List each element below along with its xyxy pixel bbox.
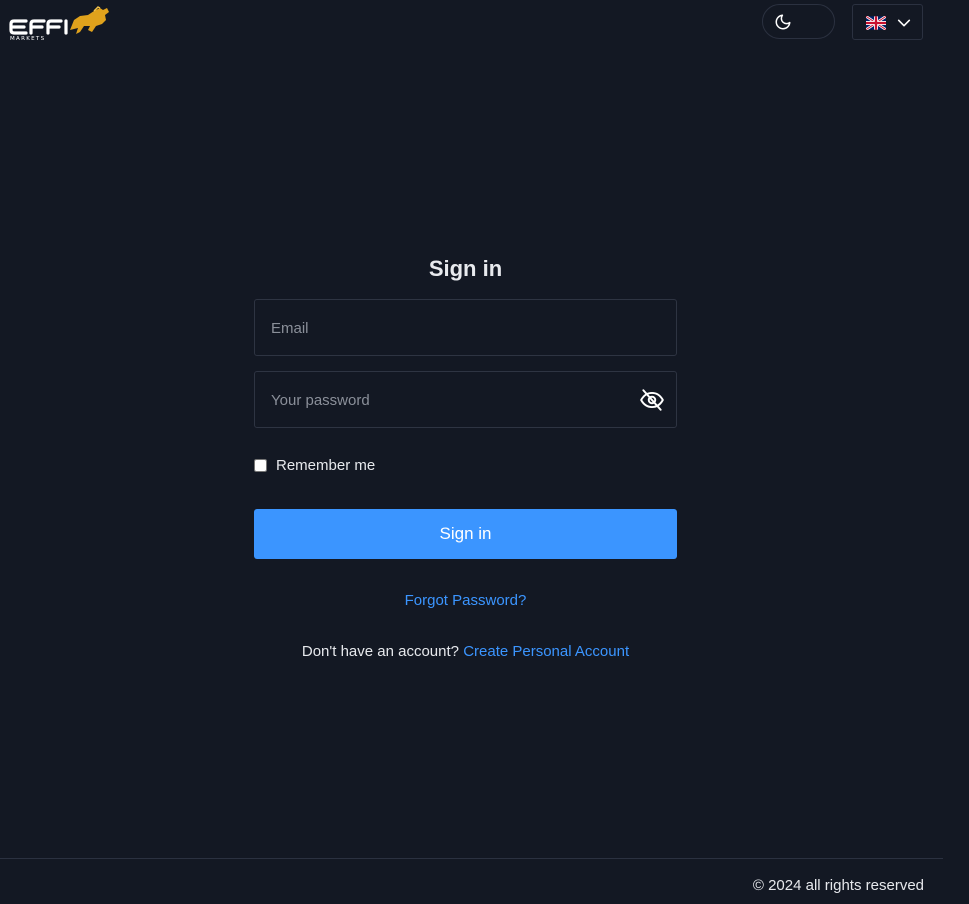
footer-divider <box>0 858 943 859</box>
email-field-container <box>254 299 677 357</box>
forgot-password-link[interactable]: Forgot Password? <box>405 592 527 609</box>
uk-flag-icon <box>865 15 887 35</box>
remember-me-label: Remember me <box>276 456 376 474</box>
signup-row: Don't have an account? Create Personal A… <box>254 643 677 660</box>
forgot-password-row: Forgot Password? <box>254 592 677 609</box>
email-input[interactable] <box>269 300 633 357</box>
eye-off-icon[interactable] <box>639 387 665 413</box>
signin-button[interactable]: Sign in <box>254 509 677 559</box>
theme-toggle[interactable] <box>762 4 835 39</box>
signin-title: Sign in <box>428 256 503 281</box>
language-selector[interactable] <box>852 4 923 40</box>
remember-me: Remember me <box>254 456 375 474</box>
moon-icon <box>774 13 792 36</box>
logo-subtext: MARKETS <box>10 36 45 42</box>
no-account-text: Don't have an account? <box>301 643 460 660</box>
efi-markets-logo[interactable]: MARKETS <box>8 6 112 42</box>
signin-page: MARKETS Sign in Email Remember me Sign i… <box>0 0 969 904</box>
password-field-container <box>254 371 677 429</box>
create-account-link[interactable]: Create Personal Account <box>463 643 629 660</box>
chevron-down-icon <box>896 15 912 36</box>
copyright-text: © 2024 all rights reserved <box>752 877 924 894</box>
password-input[interactable] <box>269 372 633 429</box>
remember-me-checkbox[interactable] <box>254 458 267 472</box>
